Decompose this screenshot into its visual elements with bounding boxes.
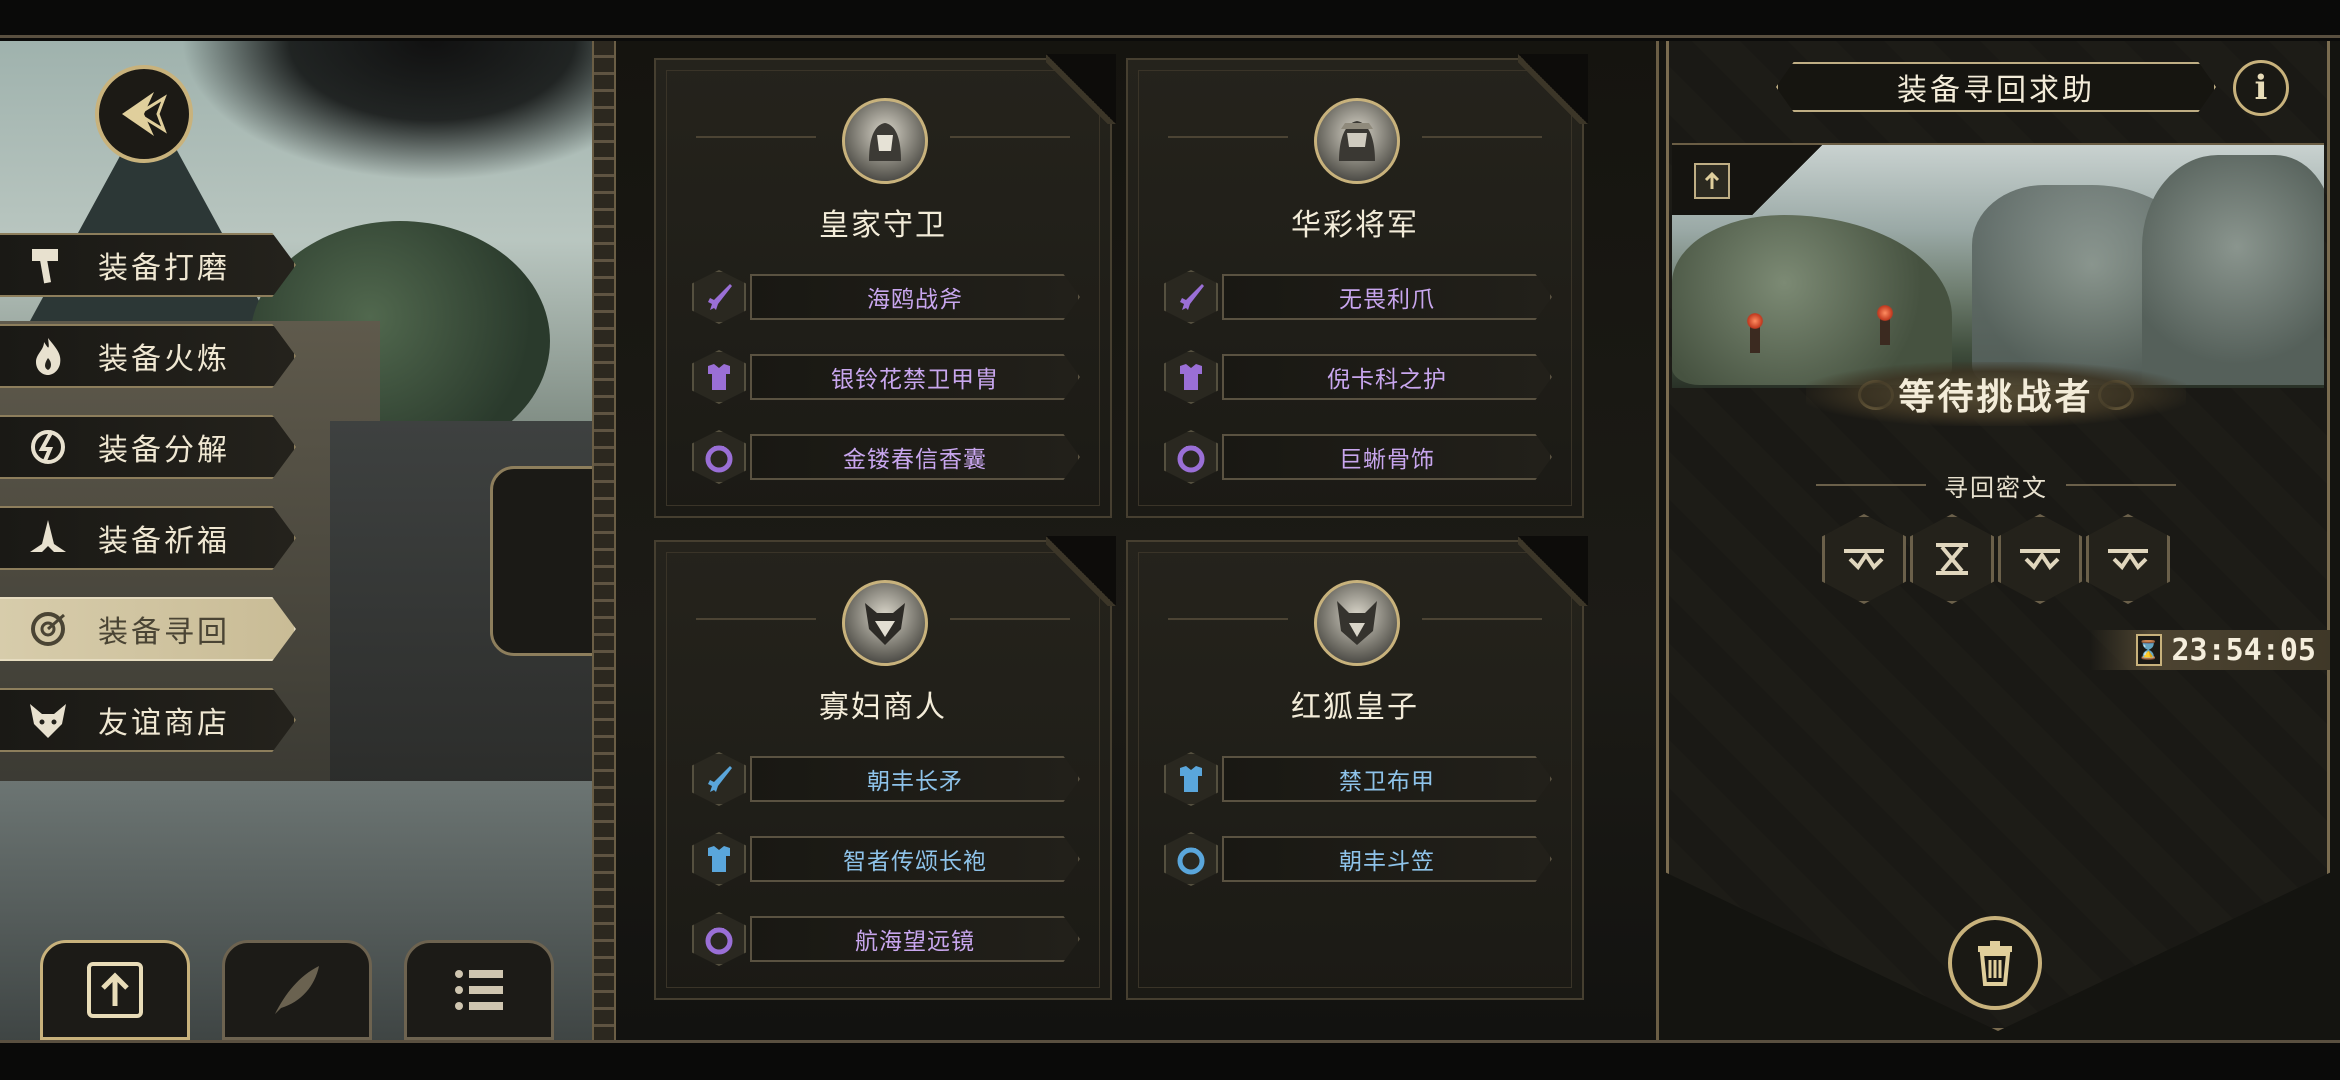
challenger-name: 皇家守卫 xyxy=(819,208,947,243)
list-icon xyxy=(455,970,503,1010)
hourglass-icon: ⌛ xyxy=(2135,634,2162,666)
back-arrow-icon xyxy=(122,92,167,136)
menu-item-label: 友谊商店 xyxy=(98,706,230,741)
equipment-item[interactable]: 航海望远镜 xyxy=(692,912,1082,966)
equipment-name: 金镂春信香囊 xyxy=(750,434,1080,480)
fox-portrait-icon xyxy=(1337,601,1377,645)
pray-icon xyxy=(20,510,76,566)
upload-button[interactable] xyxy=(40,940,190,1040)
menu-item-label: 装备打磨 xyxy=(98,251,230,286)
equipment-name: 巨蜥骨饰 xyxy=(1222,434,1552,480)
challenger-card[interactable]: 皇家守卫 海鸥战斧 银铃花禁卫甲胄 金镂春信香囊 xyxy=(654,54,1116,518)
menu-item-bless[interactable]: 装备祈福 xyxy=(0,506,296,570)
equipment-name: 智者传颂长袍 xyxy=(750,836,1080,882)
avatar xyxy=(1314,580,1400,666)
challenger-name: 红狐皇子 xyxy=(1291,690,1419,725)
challenger-name: 寡妇商人 xyxy=(819,690,947,725)
general-portrait-icon xyxy=(1339,121,1375,161)
timer-value: 23:54:05 xyxy=(2171,632,2317,668)
top-bar xyxy=(0,0,2340,38)
rune-zigzag-icon xyxy=(2020,549,2060,571)
equipment-name: 航海望远镜 xyxy=(750,916,1080,962)
equipment-name: 朝丰长矛 xyxy=(750,756,1080,802)
sword-icon xyxy=(1164,270,1218,324)
equipment-item[interactable]: 禁卫布甲 xyxy=(1164,752,1554,806)
delete-button[interactable] xyxy=(1948,916,2042,1010)
dismantle-icon xyxy=(20,419,76,475)
menu-item-dismantle[interactable]: 装备分解 xyxy=(0,415,296,479)
rune-zigzag-icon xyxy=(1844,549,1884,571)
quill-button[interactable] xyxy=(222,940,372,1040)
ring-icon xyxy=(1164,430,1218,484)
status-banner: 等待挑战者 xyxy=(1806,362,2186,426)
equipment-item[interactable]: 巨蜥骨饰 xyxy=(1164,430,1554,484)
feather-icon xyxy=(275,966,319,1014)
info-button[interactable]: i xyxy=(2233,60,2289,116)
menu-item-label: 装备祈福 xyxy=(98,524,230,559)
menu-item-polish[interactable]: 装备打磨 xyxy=(0,233,296,297)
knight-portrait-icon xyxy=(869,123,901,161)
equipment-item[interactable]: 朝丰斗笠 xyxy=(1164,832,1554,886)
armor-icon xyxy=(1164,752,1218,806)
target-icon xyxy=(20,601,76,657)
equipment-name: 禁卫布甲 xyxy=(1222,756,1552,802)
challenger-name: 华彩将军 xyxy=(1291,208,1419,243)
menu-item-label: 装备分解 xyxy=(98,433,230,468)
ring-icon xyxy=(692,430,746,484)
menu-item-forge[interactable]: 装备火炼 xyxy=(0,324,296,388)
challenger-card[interactable]: 寡妇商人 朝丰长矛 智者传颂长袍 航海望远镜 xyxy=(654,536,1116,1000)
challenger-card[interactable]: 华彩将军 无畏利爪 倪卡科之护 巨蜥骨饰 xyxy=(1126,54,1588,518)
divider-line xyxy=(2066,484,2176,486)
menu-item-label: 装备火炼 xyxy=(98,342,230,377)
share-icon[interactable] xyxy=(1694,163,1730,199)
equipment-item[interactable]: 倪卡科之护 xyxy=(1164,350,1554,404)
armor-icon xyxy=(692,350,746,404)
bottom-bar xyxy=(0,1040,2340,1080)
avatar xyxy=(842,580,928,666)
equipment-name: 朝丰斗笠 xyxy=(1222,836,1552,882)
boss-scene-image xyxy=(1672,143,2324,388)
fox-icon xyxy=(20,692,76,748)
rune-zigzag-icon xyxy=(2108,549,2148,571)
equipment-name: 海鸥战斧 xyxy=(750,274,1080,320)
avatar xyxy=(842,98,928,184)
hammer-icon xyxy=(20,237,76,293)
equipment-item[interactable]: 智者传颂长袍 xyxy=(692,832,1082,886)
armor-icon xyxy=(1164,350,1218,404)
countdown-timer: ⌛ 23:54:05 xyxy=(2090,630,2330,670)
trash-icon xyxy=(1978,941,2012,986)
menu-item-retrieve[interactable]: 装备寻回 xyxy=(0,597,296,661)
flame-icon xyxy=(20,328,76,384)
sword-icon xyxy=(692,270,746,324)
menu-item-label: 装备寻回 xyxy=(98,615,230,650)
equipment-item[interactable]: 银铃花禁卫甲胄 xyxy=(692,350,1082,404)
menu-item-friend-shop[interactable]: 友谊商店 xyxy=(0,688,296,752)
equipment-name: 倪卡科之护 xyxy=(1222,354,1552,400)
panel-title: 装备寻回求助 xyxy=(1776,62,2216,112)
ring-icon xyxy=(1164,832,1218,886)
equipment-name: 银铃花禁卫甲胄 xyxy=(750,354,1080,400)
equipment-item[interactable]: 金镂春信香囊 xyxy=(692,430,1082,484)
armor-icon xyxy=(692,832,746,886)
rune-x-icon xyxy=(1936,543,1968,575)
equipment-item[interactable]: 无畏利爪 xyxy=(1164,270,1554,324)
equipment-item[interactable]: 朝丰长矛 xyxy=(692,752,1082,806)
back-button[interactable] xyxy=(95,65,193,163)
ornament-divider xyxy=(592,41,616,1040)
equipment-name: 无畏利爪 xyxy=(1222,274,1552,320)
equipment-item[interactable]: 海鸥战斧 xyxy=(692,270,1082,324)
list-button[interactable] xyxy=(404,940,554,1040)
side-panel-tab[interactable] xyxy=(490,466,592,656)
avatar xyxy=(1314,98,1400,184)
sword-icon xyxy=(692,752,746,806)
wolf-portrait-icon xyxy=(865,603,905,645)
challenger-card[interactable]: 红狐皇子 禁卫布甲 朝丰斗笠 xyxy=(1126,536,1588,1000)
ring-icon xyxy=(692,912,746,966)
upload-icon xyxy=(87,962,143,1018)
